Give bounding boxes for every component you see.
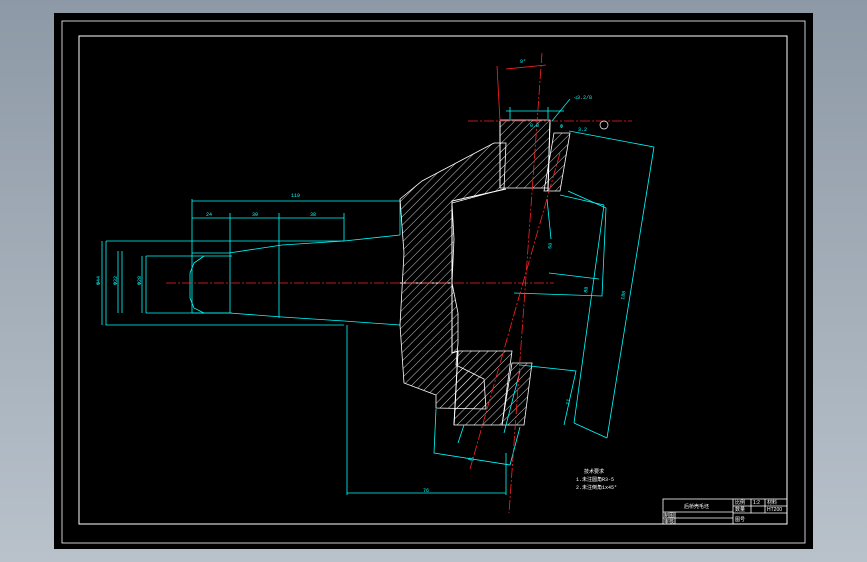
title-block-scale-value: 1:2	[753, 500, 760, 506]
dim-bottom-b: 76	[423, 488, 429, 494]
title-block-checker: 审核	[664, 518, 674, 525]
dim-flange-b: 88	[583, 286, 590, 293]
note-line-1: 1.未注圆角R3-5	[576, 476, 614, 483]
drawing-canvas[interactable]: 9° ◁3.2/8 0.8 3.2 Φ 119 24 30 38 Φ44 Φ32…	[54, 13, 813, 549]
title-block-designer: 制图	[664, 512, 674, 519]
housing-section	[399, 119, 571, 426]
surface-callout: ◁3.2/8	[574, 95, 592, 101]
title-block-material-label: 材料	[767, 499, 777, 506]
dim-len-b: 30	[252, 212, 258, 218]
dim-flange-c: 180	[620, 290, 627, 300]
datum-circle	[599, 120, 609, 130]
dim-len-total: 119	[291, 193, 300, 199]
title-block-scale-label: 比例	[735, 499, 745, 506]
dim-len-c: 38	[310, 212, 316, 218]
cad-drawing: 9° ◁3.2/8 0.8 3.2 Φ 119 24 30 38 Φ44 Φ32…	[61, 20, 806, 544]
roughness-a: 0.8	[530, 123, 539, 129]
dim-bottom-a: 46	[468, 457, 474, 463]
angle-lines	[496, 64, 547, 122]
title-block-qty-label: 数量	[735, 506, 745, 513]
dim-d-bore: Φ28	[137, 276, 143, 285]
note-line-2: 2.未注倒角1x45°	[576, 484, 617, 491]
dim-d-outer: Φ44	[96, 276, 102, 285]
dim-flange-d: 11	[565, 398, 572, 405]
title-block-sheet: 图号	[735, 517, 745, 523]
center-lines	[166, 52, 632, 514]
dim-top-angle: 9°	[520, 59, 526, 65]
title-block-material-value: HT200	[767, 507, 782, 513]
dim-len-a: 24	[206, 212, 212, 218]
dim-flange-a: 60	[547, 242, 554, 249]
roughness-b: 3.2	[578, 127, 587, 133]
note-heading: 技术要求	[584, 468, 604, 475]
dim-d-mid: Φ32	[113, 276, 119, 285]
title-block-title: 后桥壳毛坯	[684, 503, 709, 510]
symbol-left: Φ	[560, 124, 563, 130]
